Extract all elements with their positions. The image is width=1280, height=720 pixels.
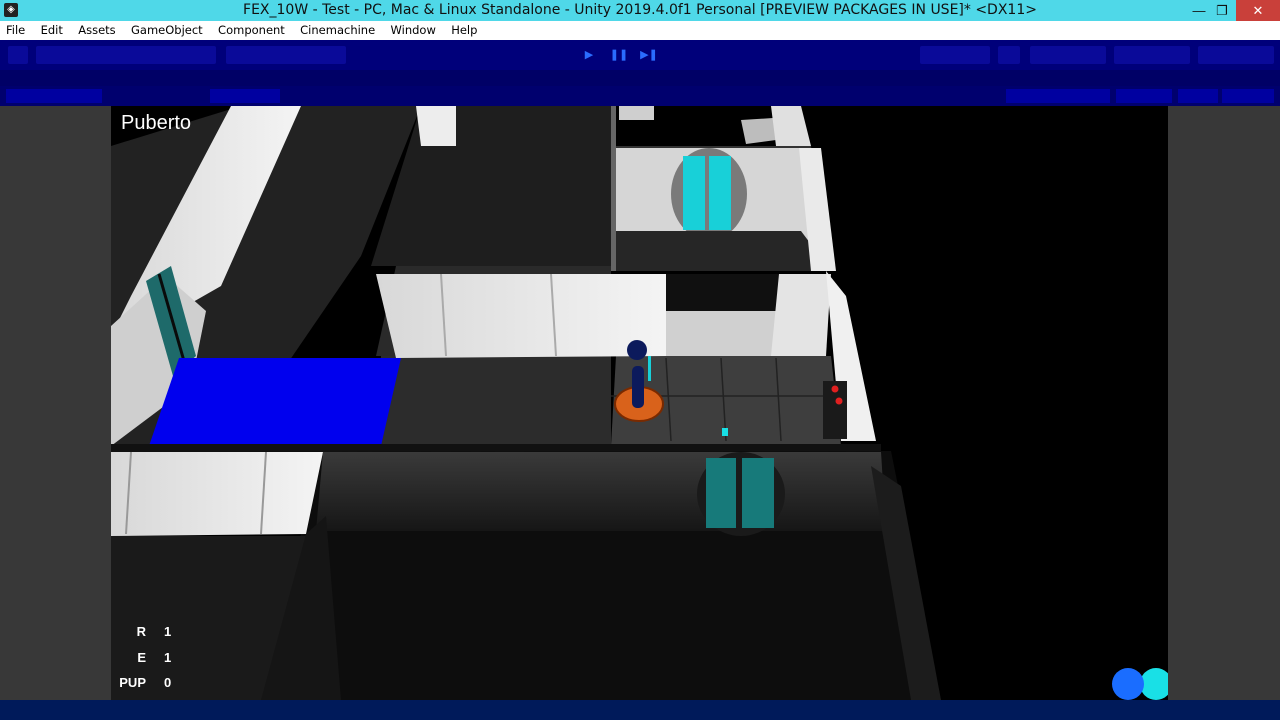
blue-floor-zone bbox=[149, 358, 401, 446]
stat-key-r: R bbox=[136, 624, 146, 639]
game-view-controlbar bbox=[0, 86, 1280, 106]
display-dropdown[interactable] bbox=[6, 89, 102, 103]
gizmos-dropdown[interactable] bbox=[1222, 89, 1274, 103]
stat-value-pup: 0 bbox=[164, 675, 172, 690]
wall-mid-panels bbox=[376, 274, 666, 358]
menu-edit[interactable]: Edit bbox=[35, 21, 69, 39]
menu-component[interactable]: Component bbox=[212, 21, 291, 39]
menu-help[interactable]: Help bbox=[445, 21, 483, 39]
player-head bbox=[627, 340, 647, 360]
door-teal-left bbox=[706, 458, 736, 528]
wall-lower-dark bbox=[316, 452, 886, 531]
cloud-icon[interactable] bbox=[998, 46, 1020, 64]
pause-icon[interactable]: ❚❚ bbox=[606, 46, 632, 64]
indicator-circle-blue bbox=[1112, 668, 1144, 700]
editor-status-bar bbox=[0, 700, 1280, 720]
wall-lower-left bbox=[111, 452, 323, 536]
layout-dropdown[interactable] bbox=[1198, 46, 1274, 64]
editor-toolbar: ▶ ❚❚ ▶❚ bbox=[0, 40, 1280, 70]
scale-slider[interactable] bbox=[210, 89, 280, 103]
terminal-device bbox=[741, 118, 776, 144]
hand-tool-button[interactable] bbox=[8, 46, 28, 64]
game-view-letterbox-right bbox=[1168, 106, 1280, 700]
stat-key-pup: PUP bbox=[119, 675, 146, 690]
mute-audio-toggle[interactable] bbox=[1116, 89, 1172, 103]
stat-value-e: 1 bbox=[164, 650, 172, 665]
stat-row-pup: PUP 0 bbox=[111, 675, 201, 693]
restore-icon[interactable]: ❐ bbox=[1208, 0, 1236, 21]
menu-window[interactable]: Window bbox=[385, 21, 442, 39]
play-icon[interactable]: ▶ bbox=[576, 46, 602, 64]
layers-dropdown[interactable] bbox=[1114, 46, 1190, 64]
stats-toggle[interactable] bbox=[1178, 89, 1218, 103]
step-icon[interactable]: ▶❚ bbox=[636, 46, 662, 64]
menu-assets[interactable]: Assets bbox=[72, 21, 121, 39]
account-dropdown[interactable] bbox=[1030, 46, 1106, 64]
menu-cinemachine[interactable]: Cinemachine bbox=[294, 21, 381, 39]
transform-tools-group[interactable] bbox=[36, 46, 216, 64]
stat-value-r: 1 bbox=[164, 624, 172, 639]
door-cyan-top-right bbox=[709, 156, 731, 230]
window-title: FEX_10W - Test - PC, Mac & Linux Standal… bbox=[243, 2, 1037, 18]
cyan-pickup bbox=[722, 428, 728, 436]
close-icon[interactable]: ✕ bbox=[1236, 0, 1280, 21]
game-tab-strip bbox=[0, 70, 1280, 86]
game-viewport[interactable]: Puberto R 1 E 1 PUP 0 bbox=[111, 106, 1168, 700]
wall-window-dark bbox=[666, 274, 779, 316]
maximize-on-play-toggle[interactable] bbox=[1006, 89, 1110, 103]
player-name-label: Puberto bbox=[121, 112, 192, 134]
window-titlebar: ◈ FEX_10W - Test - PC, Mac & Linux Stand… bbox=[0, 0, 1280, 21]
crate-top bbox=[619, 106, 654, 120]
stat-row-r: R 1 bbox=[111, 624, 201, 642]
collab-button[interactable] bbox=[920, 46, 990, 64]
stat-key-e: E bbox=[137, 650, 146, 665]
floor-corridor bbox=[376, 356, 611, 446]
pivot-toggle-group[interactable] bbox=[226, 46, 346, 64]
menu-bar: File Edit Assets GameObject Component Ci… bbox=[0, 21, 1280, 40]
wall-top-pillar bbox=[416, 106, 456, 146]
door-cyan-top-left bbox=[683, 156, 705, 230]
indicator-circle-cyan bbox=[1140, 668, 1168, 700]
menu-gameobject[interactable]: GameObject bbox=[125, 21, 209, 39]
door-teal-right bbox=[742, 458, 774, 528]
stat-row-e: E 1 bbox=[111, 650, 201, 668]
player-body bbox=[632, 366, 644, 408]
menu-file[interactable]: File bbox=[0, 21, 31, 39]
game-scene bbox=[111, 106, 1168, 700]
game-view-letterbox-left bbox=[0, 106, 111, 700]
